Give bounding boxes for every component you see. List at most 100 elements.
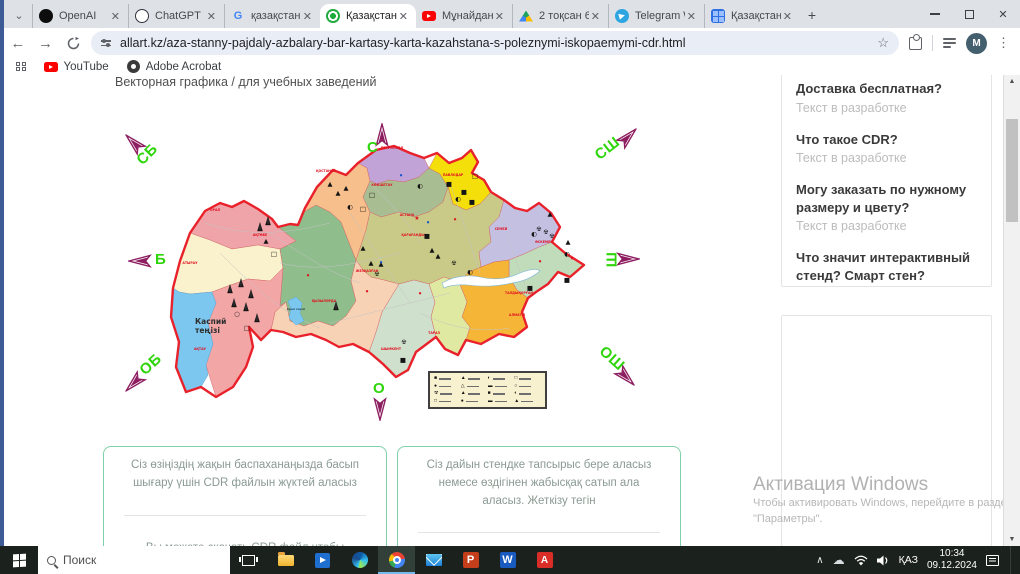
tab-google-search[interactable]: G қазақстанның п ✕ [224, 4, 320, 28]
task-view-button[interactable] [230, 546, 267, 574]
bookmark-star-icon[interactable]: ☆ [877, 35, 889, 51]
city-label: КӨКШЕТАУ [371, 183, 393, 187]
tab-close-icon[interactable]: ✕ [205, 10, 218, 23]
legend-label-line [519, 378, 532, 380]
apps-grid-icon[interactable] [16, 61, 26, 72]
legend-icon: △ [460, 383, 465, 389]
mineral-icon: ■ [461, 188, 467, 196]
mineral-icon: ● [419, 291, 422, 295]
compass-arrow-w-icon [128, 254, 152, 268]
tab-search-chevron-icon[interactable]: ⌄ [8, 4, 30, 26]
bookmark-adobe-acrobat[interactable]: Adobe Acrobat [126, 60, 221, 73]
card-text-kk: Сіз өзіңіздің жақын баспаханаңызда басып… [131, 459, 359, 489]
volume-icon[interactable] [876, 555, 890, 566]
mineral-icon: □ [472, 172, 478, 180]
tab-close-icon[interactable]: ✕ [301, 10, 314, 23]
show-desktop-button[interactable] [1010, 546, 1014, 574]
legend-item: ◐ [514, 391, 541, 396]
watermark-title: Активация Windows [753, 474, 929, 495]
acrobat-reader-icon: A [536, 552, 553, 568]
tab-telegram[interactable]: Telegram Web ✕ [608, 4, 704, 28]
tab-chatgpt[interactable]: ChatGPT ✕ [128, 4, 224, 28]
extensions-icon[interactable] [909, 33, 923, 50]
city-label: АСТАНА [400, 213, 415, 217]
city-label: ПАВЛОДАР [443, 173, 464, 177]
openai-favicon [39, 9, 53, 23]
folder-icon [277, 552, 294, 566]
mineral-icon: ○ [234, 310, 240, 318]
tab-allart-active[interactable]: Қазақстанның п ✕ [320, 4, 416, 28]
start-button[interactable] [0, 546, 38, 574]
compass-arrow-s-icon [373, 397, 387, 421]
maximize-button[interactable] [952, 0, 986, 28]
tab-close-icon[interactable]: ✕ [685, 10, 698, 23]
taskbar-search[interactable]: Поиск [38, 546, 230, 574]
action-center-icon[interactable] [986, 554, 999, 566]
compass-w: Б [128, 247, 182, 293]
mineral-icon: ● [366, 289, 369, 293]
map-legend: ■ ▲ ◐ □ ● △ ▬ ○ ☢ ▲ ■ ◐ □ ● ▬ ▲ [428, 371, 547, 409]
mineral-icon: ● [539, 259, 542, 263]
browser-menu-icon[interactable]: ⋮ [997, 35, 1010, 51]
tab-close-icon[interactable]: ✕ [109, 10, 122, 23]
legend-item: ▲ [461, 391, 488, 396]
toolbar-right: M ⋮ [909, 32, 1020, 54]
close-button[interactable]: ✕ [986, 0, 1020, 28]
chrome-button[interactable] [378, 546, 415, 574]
legend-icon: ◐ [514, 391, 518, 397]
new-tab-button[interactable]: + [800, 3, 824, 27]
legend-icon: □ [514, 376, 518, 382]
reload-icon[interactable] [63, 31, 83, 55]
onedrive-cloud-icon[interactable]: ☁ [833, 553, 845, 567]
reading-list-icon[interactable] [943, 38, 957, 48]
tab-close-icon[interactable]: ✕ [397, 10, 410, 23]
compass-n: С [366, 123, 416, 169]
hidden-icons-chevron[interactable]: ∧ [816, 555, 823, 566]
acrobat-button[interactable]: A [526, 546, 563, 574]
site-info-icon[interactable] [101, 38, 112, 49]
powerpoint-button[interactable]: P [452, 546, 489, 574]
mineral-icon: □ [360, 205, 366, 213]
mineral-icon: ■ [424, 232, 430, 240]
chrome-icon [388, 552, 405, 568]
profile-avatar[interactable]: M [966, 32, 988, 54]
back-icon[interactable]: ← [8, 31, 28, 55]
tab-openai[interactable]: OpenAI ✕ [32, 4, 128, 28]
tab-youtube[interactable]: Мұнайдан қанд ✕ [416, 4, 512, 28]
scrollbar-thumb[interactable] [1006, 119, 1018, 222]
compass-nw: СБ [124, 131, 176, 177]
city-label: СЕМЕЙ [495, 226, 508, 231]
file-explorer-button[interactable] [267, 546, 304, 574]
wifi-icon[interactable] [854, 555, 868, 566]
movies-tv-button[interactable] [304, 546, 341, 574]
taskbar-clock[interactable]: 10:34 09.12.2024 [927, 548, 977, 573]
tab-close-icon[interactable]: ✕ [493, 10, 506, 23]
tab-close-icon[interactable]: ✕ [589, 10, 602, 23]
tab-close-icon[interactable]: ✕ [781, 10, 794, 23]
minimize-button[interactable] [918, 0, 952, 28]
scroll-up-icon[interactable]: ▲ [1004, 78, 1020, 85]
mineral-icon: ● [307, 273, 310, 277]
legend-icon: ○ [514, 383, 518, 389]
bookmark-youtube[interactable]: YouTube [43, 61, 109, 73]
legend-item: ▬ [488, 399, 515, 404]
youtube-favicon [422, 11, 436, 21]
scroll-down-icon[interactable]: ▼ [1004, 536, 1020, 543]
word-button[interactable]: W [489, 546, 526, 574]
address-bar[interactable]: allart.kz/aza-stanny-pajdaly-azbalary-ba… [91, 31, 900, 55]
mail-button[interactable] [415, 546, 452, 574]
mineral-icon: ▲ [369, 259, 374, 267]
tab-kazakstandagy[interactable]: Қазақстандағы ✕ [704, 4, 800, 28]
mineral-icon: ▲ [548, 210, 553, 218]
mail-icon [425, 554, 442, 566]
legend-icon: ● [434, 383, 438, 389]
tab-drive[interactable]: 2 тоқсан 6 апта ✕ [512, 4, 608, 28]
edge-button[interactable] [341, 546, 378, 574]
mineral-icon: ▲ [361, 244, 366, 252]
url-text[interactable]: allart.kz/aza-stanny-pajdaly-azbalary-ba… [120, 36, 871, 50]
city-label: АҚТАУ [194, 347, 207, 351]
forward-icon[interactable]: → [36, 31, 56, 55]
mineral-icon: ☢ [451, 260, 456, 267]
language-indicator[interactable]: ҚАЗ [899, 554, 918, 566]
page-scrollbar[interactable]: ▲ ▼ [1003, 75, 1020, 546]
